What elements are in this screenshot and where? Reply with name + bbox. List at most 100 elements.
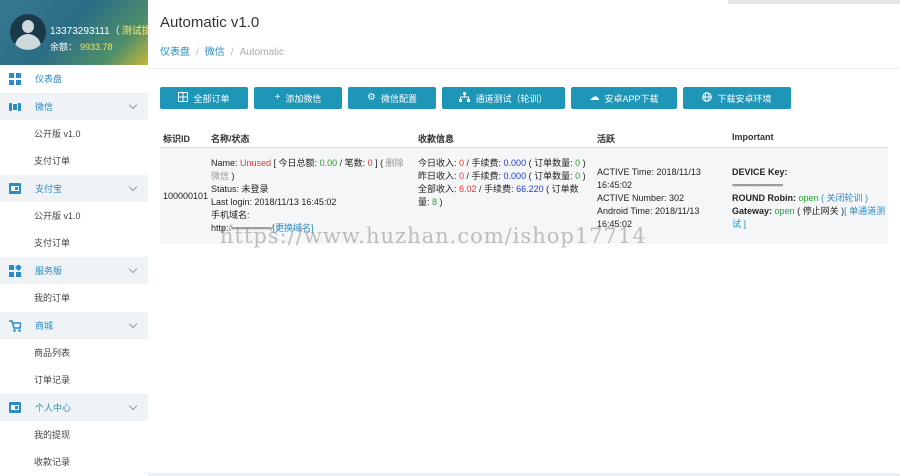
android-env-download-button[interactable]: 下载安卓环境 — [683, 87, 791, 109]
wallet-icon — [9, 402, 21, 414]
avatar[interactable] — [10, 14, 46, 50]
channel-test-button[interactable]: 通道测试（轮训） — [442, 87, 565, 109]
device-key-label: DEVICE Key: — [732, 167, 788, 177]
active-cell: ACTIVE Time: 2018/11/13 16:45:02 ACTIVE … — [597, 166, 725, 231]
gear-icon: ⚙ — [367, 92, 376, 103]
breadcrumb-home[interactable]: 仪表盘 — [160, 47, 190, 58]
round-robin-label: ROUND Robin: — [732, 193, 799, 203]
breadcrumb-current: Automatic — [239, 47, 285, 58]
android-app-download-button[interactable]: ☁ 安卓APP下载 — [571, 87, 677, 109]
all-orders-button[interactable]: 全部订单 — [160, 87, 248, 109]
today-total: 0.00 — [319, 158, 338, 168]
column-header-active: 活跃 — [597, 134, 616, 144]
income-cell: 今日收入: 0 / 手续费: 0.000 ( 订单数量: 0 ) 昨日收入: 0… — [418, 157, 590, 209]
watermark: https://www.huzhan.com/ishop17714 — [220, 224, 647, 248]
sidebar-item-profile[interactable]: 个人中心 — [0, 394, 148, 422]
yesterday-close: ) — [580, 171, 586, 181]
row-id: 100000101 — [163, 191, 209, 201]
user-phone: 13373293111（ 测试提 — [50, 22, 148, 37]
sidebar-item-label: 个人中心 — [35, 403, 72, 413]
sidebar-item-label: 仪表盘 — [35, 74, 63, 84]
button-label: 通道测试（轮训） — [475, 93, 548, 104]
sidebar-item-dashboard[interactable]: 仪表盘 — [0, 65, 148, 93]
user-balance: 余额： 9933.78 — [50, 40, 113, 53]
button-label: 微信配置 — [380, 93, 417, 104]
sidebar-item-label: 支付宝 — [35, 184, 63, 194]
sidebar-subitem-withdraw[interactable]: 我的提现 — [0, 422, 148, 449]
status-label: Status: — [211, 184, 242, 194]
column-header-name: 名称/状态 — [211, 134, 250, 144]
active-number: ACTIVE Number: 302 — [597, 193, 685, 203]
stop-gateway-link[interactable]: ( 停止网关 ) — [797, 206, 844, 216]
sidebar-item-wechat[interactable]: 微信 — [0, 93, 148, 121]
yesterday-fee-label: / 手续费: — [464, 171, 504, 181]
sidebar-subitem-alipay-orders[interactable]: 支付订单 — [0, 230, 148, 257]
sidebar-subitem-order-records[interactable]: 订单记录 — [0, 367, 148, 394]
all-income-label: 全部收入: — [418, 184, 460, 194]
device-key: ▪▪▪▪▪▪▪▪▪▪▪▪▪▪▪▪▪▪▪▪▪▪▪ — [732, 180, 783, 190]
user-panel: 13373293111（ 测试提 余额： 9933.78 — [0, 0, 148, 65]
sidebar: 13373293111（ 测试提 余额： 9933.78 仪表盘 微信 公开版 v1… — [0, 0, 149, 476]
round-robin-value: open — [798, 193, 819, 203]
last-login: Last login: 2018/11/13 16:45:02 — [211, 197, 337, 207]
today-close: ) — [580, 158, 586, 168]
today-fee: 0.000 — [503, 158, 527, 168]
today-income-label: 今日收入: — [418, 158, 460, 168]
table-icon — [178, 91, 189, 105]
button-label: 安卓APP下载 — [604, 93, 659, 104]
column-header-id: 标识ID — [163, 134, 191, 144]
column-header-important: Important — [732, 132, 774, 142]
sidebar-subitem-my-orders[interactable]: 我的订单 — [0, 285, 148, 312]
yesterday-fee: 0.000 — [503, 171, 527, 181]
gateway-value: open — [774, 206, 795, 216]
add-wechat-button[interactable]: + 添加微信 — [254, 87, 342, 109]
table-header: 标识ID 名称/状态 收款信息 活跃 Important — [160, 129, 888, 148]
important-cell: DEVICE Key: ▪▪▪▪▪▪▪▪▪▪▪▪▪▪▪▪▪▪▪▪▪▪▪ ROUN… — [732, 166, 886, 231]
wechat-config-button[interactable]: ⚙ 微信配置 — [348, 87, 436, 109]
today-total-label: [ 今日总额: — [271, 158, 320, 168]
plus-icon: + — [274, 92, 281, 103]
sidebar-item-label: 商城 — [35, 321, 54, 331]
sidebar-subitem-alipay-public[interactable]: 公开版 v1.0 — [0, 203, 148, 230]
sidebar-subitem-receipts[interactable]: 收款记录 — [0, 449, 148, 476]
active-time: ACTIVE Time: 2018/11/13 16:45:02 — [597, 167, 701, 190]
all-income: 6.02 — [459, 184, 477, 194]
close-round-robin-link[interactable]: ( 关闭轮训 ) — [821, 193, 868, 203]
domain-label: 手机域名: — [211, 210, 250, 220]
service-icon — [9, 264, 21, 277]
sidebar-item-label: 服务版 — [35, 266, 63, 276]
yesterday-income-label: 昨日收入: — [418, 171, 460, 181]
delete-suffix: ) — [229, 171, 235, 181]
sidebar-subitem-wechat-orders[interactable]: 支付订单 — [0, 148, 148, 175]
balance-amount: 9933.78 — [80, 42, 113, 52]
dashboard-icon — [9, 72, 21, 85]
breadcrumb: 仪表盘 / 微信 / Automatic — [160, 43, 284, 58]
balance-label: 余额： — [50, 42, 78, 52]
sidebar-subitem-wechat-public[interactable]: 公开版 v1.0 — [0, 121, 148, 148]
chevron-down-icon — [128, 319, 138, 329]
page-title: Automatic v1.0 — [160, 14, 260, 31]
globe-icon — [702, 91, 713, 105]
alipay-icon — [9, 183, 21, 195]
sidebar-item-label: 微信 — [35, 102, 54, 112]
wechat-icon — [9, 101, 21, 113]
sidebar-item-shop[interactable]: 商城 — [0, 312, 148, 340]
phone-text: 13373293111（ — [50, 26, 120, 37]
chevron-down-icon — [128, 182, 138, 192]
sidebar-subitem-products[interactable]: 商品列表 — [0, 340, 148, 367]
button-label: 全部订单 — [193, 93, 230, 104]
button-label: 下载安卓环境 — [717, 93, 772, 104]
sidebar-item-service[interactable]: 服务版 — [0, 257, 148, 285]
count-label: / 笔数: — [337, 158, 368, 168]
column-header-income: 收款信息 — [418, 134, 455, 144]
all-close: ) — [437, 197, 443, 207]
chevron-down-icon — [128, 264, 138, 274]
sidebar-item-alipay[interactable]: 支付宝 — [0, 175, 148, 203]
breadcrumb-wechat[interactable]: 微信 — [205, 47, 225, 58]
name-label: Name: — [211, 158, 241, 168]
chevron-down-icon — [128, 100, 138, 110]
top-tab-strip — [728, 0, 900, 4]
divider — [148, 68, 900, 69]
all-fee: 66.220 — [516, 184, 544, 194]
gateway-label: Gateway: — [732, 206, 775, 216]
